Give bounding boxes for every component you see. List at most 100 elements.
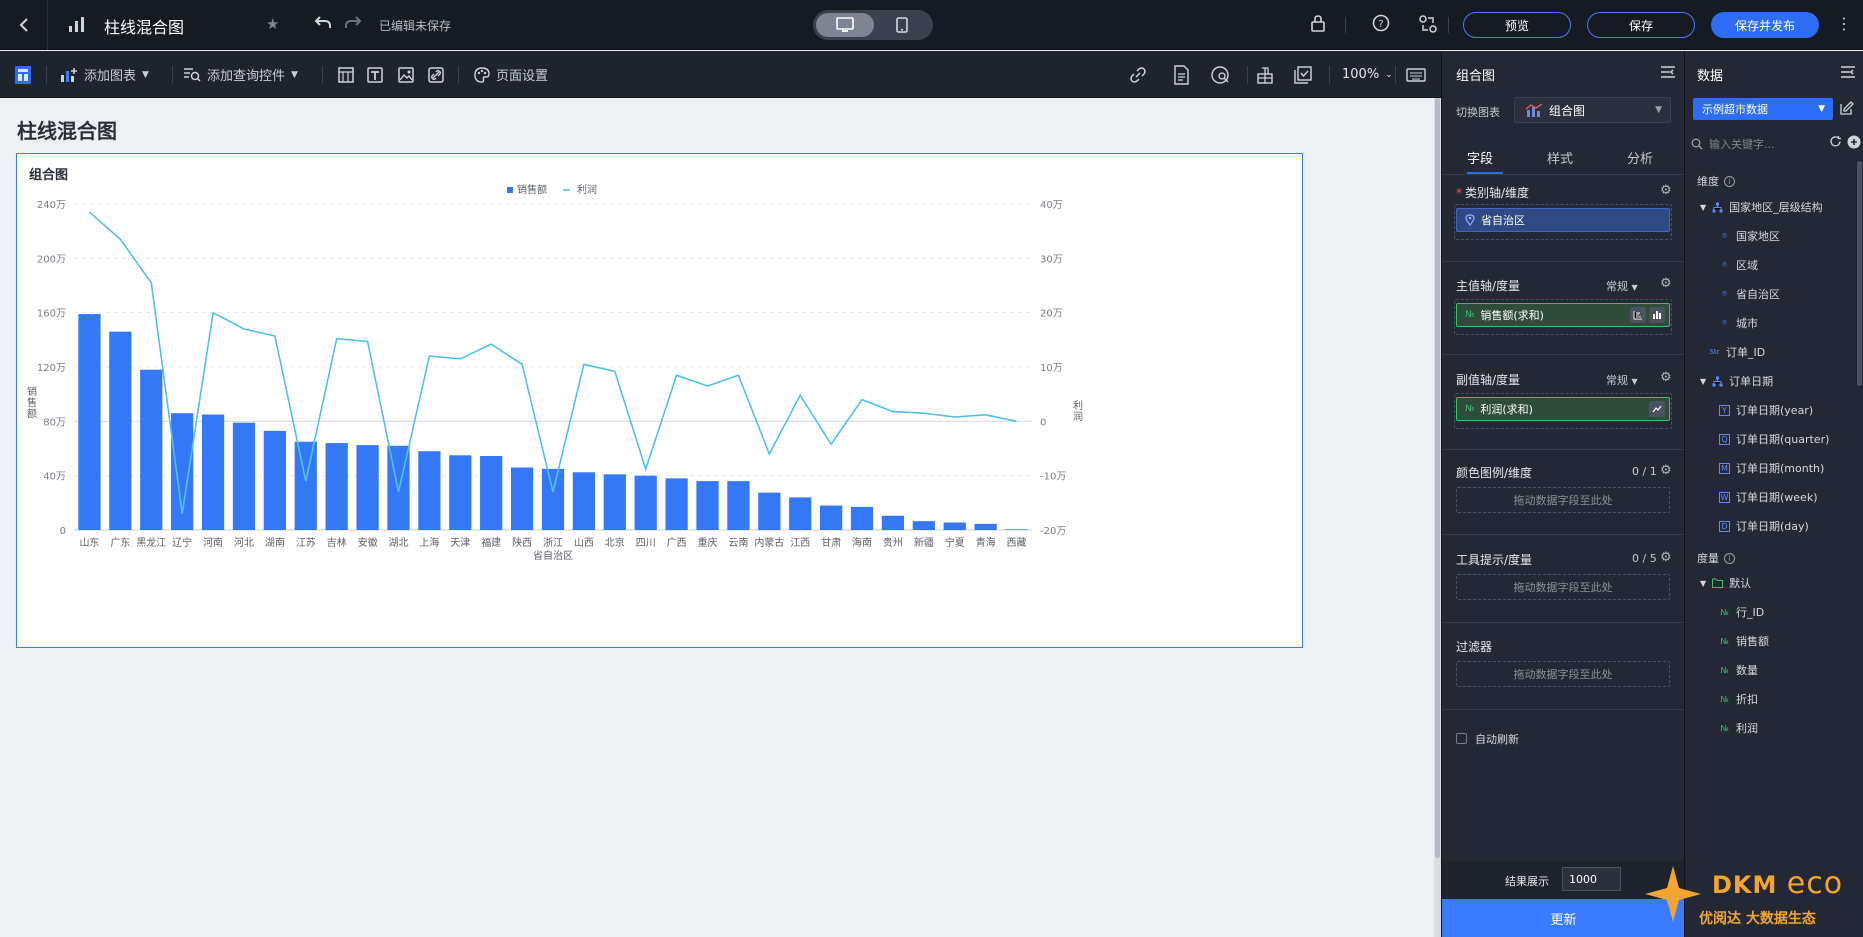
tooltip-label: 工具提示/度量 — [1456, 553, 1533, 567]
lock-icon[interactable] — [1310, 14, 1326, 32]
collapse-panel-icon[interactable] — [1840, 65, 1856, 79]
redo-icon[interactable] — [344, 14, 362, 30]
checklist-icon[interactable] — [1294, 51, 1312, 98]
save-and-publish-button[interactable]: 保存并发布 — [1711, 12, 1819, 38]
data-panel-scrollbar[interactable] — [1857, 161, 1862, 386]
filter-dropzone[interactable]: 拖动数据字段至此处 — [1456, 661, 1670, 687]
image-icon[interactable] — [398, 51, 414, 98]
sort-icon[interactable] — [1630, 307, 1646, 323]
result-limit-input[interactable] — [1562, 867, 1621, 891]
chart-type-select[interactable]: 组合图 ▼ — [1514, 97, 1671, 123]
layout-icon[interactable] — [14, 51, 32, 98]
scrollbar-thumb[interactable] — [1435, 98, 1440, 858]
tree-item-profit[interactable]: № 利润 — [1719, 720, 1758, 736]
field-search[interactable]: 输入关键字... — [1691, 133, 1826, 155]
gear-icon[interactable]: ⚙ — [1660, 183, 1672, 198]
tree-item-city[interactable]: ⌾ 城市 — [1719, 315, 1758, 331]
color-legend-dropzone[interactable]: 拖动数据字段至此处 — [1456, 487, 1670, 513]
bar-type-icon[interactable] — [1649, 307, 1665, 323]
star-icon[interactable]: ★ — [266, 15, 279, 33]
auto-refresh-checkbox[interactable] — [1456, 733, 1467, 744]
dataset-select[interactable]: 示例超市数据 ▼ — [1693, 98, 1833, 120]
sub-measure-pill[interactable]: № 利润(求和) — [1456, 397, 1670, 421]
table-icon[interactable] — [338, 51, 354, 98]
sub-axis-mode[interactable]: 常规 ▼ — [1606, 372, 1638, 388]
tab-fields[interactable]: 字段 — [1467, 148, 1493, 167]
tree-item-day[interactable]: D 订单日期(day) — [1719, 518, 1809, 534]
y-left-axis-title: 额 — [27, 407, 37, 420]
tree-item-country[interactable]: ⌾ 国家地区 — [1719, 228, 1780, 244]
page-settings-button[interactable]: 页面设置 — [474, 51, 548, 98]
help-icon[interactable]: ? — [1372, 14, 1390, 32]
monitor-search-icon[interactable] — [1210, 51, 1232, 98]
tree-item-province[interactable]: ⌾ 省自治区 — [1719, 286, 1780, 302]
gear-icon[interactable]: ⚙ — [1660, 463, 1672, 478]
gear-icon[interactable]: ⚙ — [1660, 276, 1672, 291]
tree-item-discount[interactable]: № 折扣 — [1719, 691, 1758, 707]
tree-item-region[interactable]: ⌾ 区域 — [1719, 257, 1758, 273]
canvas-scrollbar[interactable] — [1434, 98, 1441, 937]
field-name: 行_ID — [1736, 606, 1765, 619]
bar — [912, 521, 935, 530]
caret-down-icon: ▼ — [1700, 578, 1707, 588]
tree-item-month[interactable]: M 订单日期(month) — [1719, 460, 1824, 476]
zoom-select[interactable]: 100% ⌄ — [1342, 51, 1393, 98]
more-vertical-icon[interactable]: ⋮ — [1836, 14, 1852, 33]
doc-title[interactable]: 柱线混合图 — [104, 14, 184, 38]
tree-item-row-id[interactable]: № 行_ID — [1719, 604, 1764, 620]
add-circle-icon[interactable] — [1847, 135, 1861, 149]
tree-item-year[interactable]: Y 订单日期(year) — [1719, 402, 1813, 418]
gear-icon[interactable]: ⚙ — [1660, 550, 1672, 565]
report-icon[interactable] — [1172, 51, 1190, 98]
divider — [1247, 66, 1248, 84]
x-tick-label: 黑龙江 — [136, 536, 166, 549]
legend-label-profit: 利润 — [577, 183, 597, 196]
tree-item-quantity[interactable]: № 数量 — [1719, 662, 1758, 678]
refresh-icon[interactable] — [1829, 135, 1842, 148]
bar — [665, 478, 688, 530]
tree-group-default[interactable]: ▼ 默认 — [1700, 575, 1751, 591]
gear-icon[interactable]: ⚙ — [1660, 370, 1672, 385]
y-left-axis-title: 销 — [27, 385, 37, 398]
combo-chart-card[interactable]: 组合图 0 40万 80万 120万 160万 200万 240万 -20万 -10万 0 10万 2… — [16, 153, 1303, 648]
keyboard-icon[interactable] — [1406, 51, 1426, 98]
share-icon[interactable] — [1418, 14, 1438, 34]
tooltip-dropzone[interactable]: 拖动数据字段至此处 — [1456, 574, 1670, 600]
tree-group-date[interactable]: ▼ 订单日期 — [1700, 373, 1773, 389]
add-query-control-button[interactable]: 添加查询控件 ▼ — [183, 51, 298, 98]
y-left-tick-label: 240万 — [37, 200, 66, 211]
back-button[interactable] — [0, 0, 48, 50]
desktop-view-button[interactable] — [816, 13, 874, 37]
preview-button[interactable]: 预览 — [1463, 12, 1571, 38]
field-name: 订单日期(day) — [1736, 520, 1809, 533]
main-axis-mode[interactable]: 常规 ▼ — [1606, 278, 1638, 294]
tree-group-geo[interactable]: ▼ 国家地区_层级结构 — [1700, 199, 1823, 215]
save-button[interactable]: 保存 — [1587, 12, 1695, 38]
collapse-panel-icon[interactable] — [1660, 65, 1676, 79]
divider — [1442, 261, 1685, 262]
tree-item-quarter[interactable]: Q 订单日期(quarter) — [1719, 431, 1829, 447]
mobile-view-button[interactable] — [873, 13, 931, 37]
info-icon[interactable]: i — [1724, 175, 1735, 187]
link-icon[interactable] — [428, 51, 444, 98]
tab-analysis[interactable]: 分析 — [1627, 148, 1653, 167]
bar — [356, 445, 379, 530]
add-chart-button[interactable]: 添加图表 ▼ — [60, 51, 149, 98]
edit-icon[interactable] — [1840, 101, 1854, 115]
y-left-tick-label: 120万 — [37, 363, 66, 374]
category-field-pill[interactable]: 省自治区 — [1456, 208, 1670, 232]
components-icon[interactable] — [1256, 51, 1274, 98]
bar — [603, 474, 626, 530]
info-icon[interactable]: i — [1724, 552, 1735, 564]
main-measure-pill[interactable]: № 销售额(求和) — [1456, 303, 1670, 327]
line-type-icon[interactable] — [1649, 401, 1665, 417]
text-icon[interactable] — [367, 51, 383, 98]
undo-icon[interactable] — [314, 14, 332, 30]
tab-style[interactable]: 样式 — [1547, 148, 1573, 167]
tree-item-sales[interactable]: № 销售额 — [1719, 633, 1769, 649]
tree-item-order-id[interactable]: Str 订单_ID — [1709, 344, 1765, 360]
divider — [322, 66, 323, 84]
link-chain-icon[interactable] — [1128, 51, 1148, 98]
bar — [634, 475, 657, 530]
tree-item-week[interactable]: W 订单日期(week) — [1719, 489, 1818, 505]
